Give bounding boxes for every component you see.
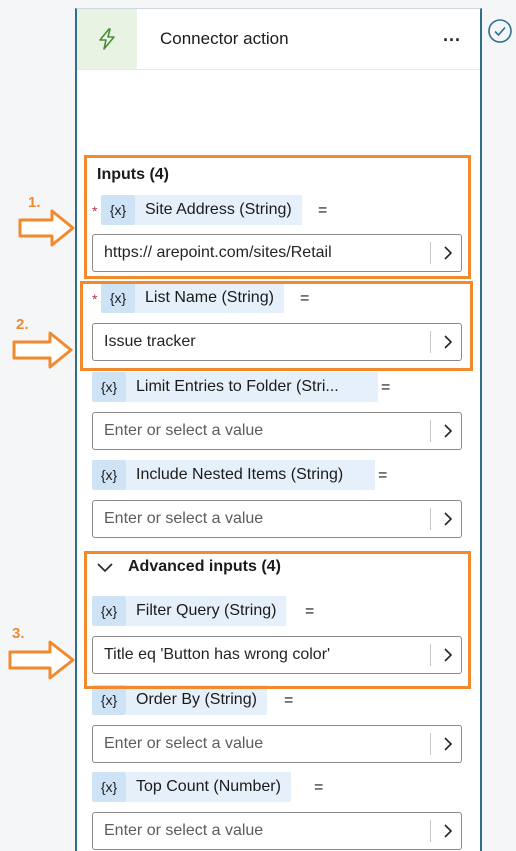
limit-entries-placeholder: Enter or select a value bbox=[104, 422, 264, 439]
variable-icon: {x} bbox=[92, 772, 126, 802]
annotation-arrow-2-icon bbox=[12, 331, 73, 369]
limit-entries-field[interactable]: Enter or select a value bbox=[92, 412, 462, 450]
chevron-right-icon[interactable] bbox=[433, 813, 462, 849]
param-name-limit-entries: Limit Entries to Folder (Stri... bbox=[126, 372, 378, 402]
field-divider bbox=[430, 508, 431, 530]
chevron-right-icon[interactable] bbox=[433, 726, 462, 762]
annotation-box-3 bbox=[84, 551, 471, 689]
card-header: Connector action ... bbox=[77, 9, 480, 70]
variable-icon: {x} bbox=[92, 372, 126, 402]
order-by-placeholder: Enter or select a value bbox=[104, 735, 264, 752]
equals-sign: = bbox=[378, 467, 388, 484]
field-divider bbox=[430, 420, 431, 442]
include-nested-field[interactable]: Enter or select a value bbox=[92, 500, 462, 538]
chevron-right-icon[interactable] bbox=[433, 501, 462, 537]
equals-sign: = bbox=[381, 379, 391, 396]
top-count-field[interactable]: Enter or select a value bbox=[92, 812, 462, 850]
equals-sign: = bbox=[284, 692, 294, 709]
annotation-box-1 bbox=[84, 155, 471, 279]
lightning-icon bbox=[77, 9, 137, 69]
order-by-field[interactable]: Enter or select a value bbox=[92, 725, 462, 763]
variable-icon: {x} bbox=[92, 685, 126, 715]
param-name-include-nested: Include Nested Items (String) bbox=[126, 460, 375, 490]
annotation-box-2 bbox=[80, 281, 473, 371]
include-nested-placeholder: Enter or select a value bbox=[104, 510, 264, 527]
annotation-arrow-1-icon bbox=[18, 209, 75, 247]
field-divider bbox=[430, 820, 431, 842]
annotation-arrow-3-icon bbox=[8, 640, 75, 680]
param-name-top-count: Top Count (Number) bbox=[126, 772, 291, 802]
chevron-right-icon[interactable] bbox=[433, 413, 462, 449]
param-name-order-by: Order By (String) bbox=[126, 685, 267, 715]
field-divider bbox=[430, 733, 431, 755]
more-options-button[interactable]: ... bbox=[443, 25, 461, 46]
top-count-placeholder: Enter or select a value bbox=[104, 822, 264, 839]
variable-icon: {x} bbox=[92, 460, 126, 490]
card-title: Connector action bbox=[160, 29, 289, 48]
checkmark-circle-icon[interactable] bbox=[487, 18, 513, 49]
equals-sign: = bbox=[314, 779, 324, 796]
